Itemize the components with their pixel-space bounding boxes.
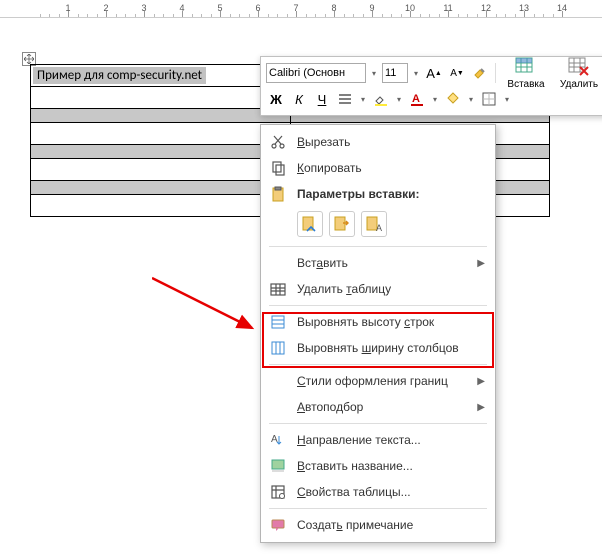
italic-button[interactable]: К: [289, 89, 309, 109]
svg-text:A: A: [412, 93, 420, 105]
menu-table-properties-label: Свойства таблицы...: [297, 485, 485, 499]
shading-button[interactable]: [443, 89, 463, 109]
menu-divider: [269, 364, 487, 365]
menu-insert-caption-label: Вставить название...: [297, 459, 485, 473]
font-size-dropdown-icon[interactable]: ▾: [411, 69, 421, 78]
font-color-dropdown-icon[interactable]: ▾: [430, 95, 440, 104]
properties-icon: [269, 483, 287, 501]
menu-border-styles[interactable]: Стили оформления границ ▶: [261, 368, 495, 394]
menu-new-comment-label: Создать примечание: [297, 518, 485, 532]
menu-distribute-rows-label: Выровнять высоту строк: [297, 315, 485, 329]
menu-divider: [269, 246, 487, 247]
chevron-right-icon: ▶: [477, 376, 485, 387]
svg-text:A: A: [271, 434, 278, 445]
shading-dropdown-icon[interactable]: ▾: [466, 95, 476, 104]
align-button[interactable]: [335, 89, 355, 109]
delete-table-icon: [269, 280, 287, 298]
menu-insert-label: Вставить: [297, 256, 467, 270]
paste-options-row: A: [261, 207, 495, 243]
menu-distribute-rows[interactable]: Выровнять высоту строк: [261, 309, 495, 335]
chevron-right-icon: ▶: [477, 258, 485, 269]
delete-button-label: Удалить: [560, 79, 598, 90]
table-context-menu: Вырезать Копировать Параметры вставки: A…: [260, 124, 496, 543]
borders-button[interactable]: [479, 89, 499, 109]
menu-text-direction[interactable]: A Направление текста...: [261, 427, 495, 453]
menu-insert-caption[interactable]: Вставить название...: [261, 453, 495, 479]
font-color-button[interactable]: A: [407, 89, 427, 109]
paste-text-only-button[interactable]: A: [361, 211, 387, 237]
menu-delete-table-label: Удалить таблицу: [297, 282, 485, 296]
caption-icon: [269, 457, 287, 475]
font-name-dropdown-icon[interactable]: ▾: [369, 69, 379, 78]
svg-text:A: A: [376, 223, 382, 233]
clipboard-icon: [269, 185, 287, 203]
comment-icon: [269, 516, 287, 534]
format-painter-button[interactable]: [470, 63, 490, 83]
chevron-right-icon: ▶: [477, 402, 485, 413]
borders-dropdown-icon[interactable]: ▾: [502, 95, 512, 104]
text-direction-icon: A: [269, 431, 287, 449]
paste-keep-source-button[interactable]: [297, 211, 323, 237]
menu-divider: [269, 423, 487, 424]
menu-autofit-label: Автоподбор: [297, 400, 467, 414]
menu-cut[interactable]: Вырезать: [261, 129, 495, 155]
menu-new-comment[interactable]: Создать примечание: [261, 512, 495, 538]
sample-cell-text: Пример для comp-security.net: [33, 67, 206, 84]
annotation-arrow: [152, 268, 272, 348]
highlight-dropdown-icon[interactable]: ▾: [394, 95, 404, 104]
menu-border-styles-label: Стили оформления границ: [297, 374, 467, 388]
menu-distribute-cols-label: Выровнять ширину столбцов: [297, 341, 485, 355]
insert-table-button[interactable]: Вставка: [501, 49, 551, 97]
menu-paste-heading-label: Параметры вставки:: [297, 187, 485, 201]
menu-delete-table[interactable]: Удалить таблицу: [261, 276, 495, 302]
highlight-color-button[interactable]: [371, 89, 391, 109]
menu-text-direction-label: Направление текста...: [297, 433, 485, 447]
font-name-combo[interactable]: Calibri (Основн: [266, 63, 366, 83]
align-dropdown-icon[interactable]: ▾: [358, 95, 368, 104]
menu-copy[interactable]: Копировать: [261, 155, 495, 181]
underline-button[interactable]: Ч: [312, 89, 332, 109]
insert-button-label: Вставка: [507, 79, 544, 90]
distribute-cols-icon: [269, 339, 287, 357]
menu-table-properties[interactable]: Свойства таблицы...: [261, 479, 495, 505]
menu-divider: [269, 508, 487, 509]
menu-cut-label: Вырезать: [297, 135, 485, 149]
grow-font-button[interactable]: A▲: [424, 63, 444, 83]
scissors-icon: [269, 133, 287, 151]
mini-toolbar: Calibri (Основн ▾ 11 ▾ A▲ A▼ Вставка Уда…: [260, 56, 602, 116]
delete-table-button[interactable]: Удалить: [554, 49, 602, 97]
menu-distribute-cols[interactable]: Выровнять ширину столбцов: [261, 335, 495, 361]
paste-merge-button[interactable]: [329, 211, 355, 237]
menu-insert[interactable]: Вставить ▶: [261, 250, 495, 276]
bold-button[interactable]: Ж: [266, 89, 286, 109]
horizontal-ruler: 1234567891011121314: [0, 0, 602, 18]
shrink-font-button[interactable]: A▼: [447, 63, 467, 83]
menu-paste-options: Параметры вставки:: [261, 181, 495, 207]
menu-divider: [269, 305, 487, 306]
menu-copy-label: Копировать: [297, 161, 485, 175]
menu-autofit[interactable]: Автоподбор ▶: [261, 394, 495, 420]
distribute-rows-icon: [269, 313, 287, 331]
copy-icon: [269, 159, 287, 177]
font-size-combo[interactable]: 11: [382, 63, 408, 83]
